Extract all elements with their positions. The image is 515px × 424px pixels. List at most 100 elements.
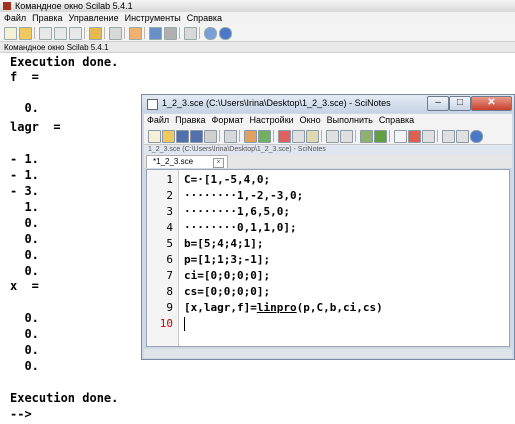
toolbar-separator: [84, 27, 85, 39]
cut-icon[interactable]: [278, 130, 291, 143]
file-tab[interactable]: *1_2_3.sce ×: [146, 155, 228, 168]
code-line: cs=[0;0;0;0];: [184, 285, 271, 298]
line-number: 5: [166, 237, 173, 250]
console-line: 0.: [10, 343, 39, 357]
console-tab[interactable]: Командное окно Scilab 5.4.1: [0, 42, 515, 53]
scinotes-title-bar[interactable]: 1_2_3.sce (C:\Users\Irina\Desktop\1_2_3.…: [142, 95, 514, 113]
menu-edit[interactable]: Правка: [29, 12, 65, 25]
line-number: 7: [166, 269, 173, 282]
goto-line-icon[interactable]: [340, 130, 353, 143]
code-editor[interactable]: 1 2 3 4 5 6 7 8 9 10 C=·[1,-5,4,0; ·····…: [146, 169, 510, 347]
menu-execute[interactable]: Выполнить: [324, 114, 376, 127]
help-icon[interactable]: [470, 130, 483, 143]
menu-format[interactable]: Формат: [209, 114, 247, 127]
code-line: p=[1;1;3;-1];: [184, 253, 271, 266]
save-as-icon[interactable]: [190, 130, 203, 143]
console-window-title: Командное окно Scilab 5.4.1: [15, 1, 133, 11]
console-line: 0.: [10, 264, 39, 278]
text-cursor: [184, 317, 185, 331]
toolbar-separator: [124, 27, 125, 39]
redo-icon[interactable]: [258, 130, 271, 143]
code-text: [x,lagr,f]=: [184, 301, 257, 314]
scilab-icon: [3, 2, 11, 10]
print-icon[interactable]: [224, 130, 237, 143]
preferences-icon[interactable]: [456, 130, 469, 143]
menu-edit[interactable]: Правка: [172, 114, 208, 127]
execute-icon[interactable]: [394, 130, 407, 143]
file-browser-icon[interactable]: [149, 27, 162, 40]
console-line: - 1.: [10, 168, 39, 182]
find-icon[interactable]: [326, 130, 339, 143]
line-number-active: 10: [159, 317, 173, 330]
line-number-gutter: 1 2 3 4 5 6 7 8 9 10: [147, 170, 179, 346]
comment-icon[interactable]: [360, 130, 373, 143]
menu-control[interactable]: Управление: [66, 12, 122, 25]
scinotes-icon[interactable]: [89, 27, 102, 40]
scinotes-tab-strip: *1_2_3.sce ×: [144, 155, 512, 168]
code-line: ········1,-2,-3,0;: [184, 189, 304, 202]
undo-icon[interactable]: [244, 130, 257, 143]
toolbar-separator: [355, 130, 356, 142]
download-icon[interactable]: [374, 130, 387, 143]
print-icon[interactable]: [109, 27, 122, 40]
copy-icon[interactable]: [292, 130, 305, 143]
toolbar-separator: [34, 27, 35, 39]
menu-file[interactable]: Файл: [144, 114, 172, 127]
line-number: 9: [166, 301, 173, 314]
new-file-icon[interactable]: [4, 27, 17, 40]
maximize-button[interactable]: □: [449, 96, 471, 111]
console-line: 0.: [10, 101, 39, 115]
menu-help[interactable]: Справка: [184, 12, 225, 25]
console-line: 0.: [10, 248, 39, 262]
toolbar-separator: [239, 130, 240, 142]
line-number: 8: [166, 285, 173, 298]
execute-file-icon[interactable]: [408, 130, 421, 143]
help-icon[interactable]: [219, 27, 232, 40]
open-folder-icon[interactable]: [162, 130, 175, 143]
toolbar-separator: [437, 130, 438, 142]
execute-selection-icon[interactable]: [422, 130, 435, 143]
console-line: 0.: [10, 216, 39, 230]
code-text: (p,C,b,ci,cs): [296, 301, 383, 314]
menu-help[interactable]: Справка: [376, 114, 417, 127]
line-number: 1: [166, 173, 173, 186]
menu-window[interactable]: Окно: [297, 114, 324, 127]
console-line: f =: [10, 70, 39, 84]
paste-icon[interactable]: [306, 130, 319, 143]
minimize-button[interactable]: –: [427, 96, 449, 111]
tab-close-icon[interactable]: ×: [213, 158, 224, 168]
function-name: linpro: [256, 301, 297, 314]
scinotes-path-bar: 1_2_3.sce (C:\Users\Irina\Desktop\1_2_3.…: [144, 145, 512, 155]
copy-icon[interactable]: [54, 27, 67, 40]
atoms-icon[interactable]: [204, 27, 217, 40]
line-number: 2: [166, 189, 173, 202]
code-line: ········0,1,1,0];: [184, 221, 297, 234]
cut-tools-icon[interactable]: [442, 130, 455, 143]
scinotes-window-title: 1_2_3.sce (C:\Users\Irina\Desktop\1_2_3.…: [162, 98, 391, 108]
code-line: [x,lagr,f]=linpro(p,C,b,ci,cs): [184, 300, 383, 316]
console-line: - 3.: [10, 184, 39, 198]
file-tab-label: *1_2_3.sce: [153, 157, 194, 166]
preferences-icon[interactable]: [184, 27, 197, 40]
menu-tools[interactable]: Инструменты: [122, 12, 184, 25]
console-line: 0.: [10, 311, 39, 325]
toolbar-separator: [321, 130, 322, 142]
close-file-icon[interactable]: [204, 130, 217, 143]
console-line: 1.: [10, 200, 39, 214]
console-title-bar: Командное окно Scilab 5.4.1: [0, 0, 515, 12]
line-number: 6: [166, 253, 173, 266]
menu-file[interactable]: Файл: [0, 12, 29, 25]
close-button[interactable]: ✕: [471, 96, 512, 111]
console-prompt[interactable]: -->: [10, 407, 32, 421]
console-line: lagr =: [10, 120, 61, 134]
new-file-icon[interactable]: [148, 130, 161, 143]
history-icon[interactable]: [164, 27, 177, 40]
menu-preferences[interactable]: Настройки: [247, 114, 297, 127]
toolbar-separator: [389, 130, 390, 142]
toolbar-separator: [179, 27, 180, 39]
save-icon[interactable]: [176, 130, 189, 143]
open-folder-icon[interactable]: [19, 27, 32, 40]
cut-icon[interactable]: [39, 27, 52, 40]
paste-icon[interactable]: [69, 27, 82, 40]
variable-browser-icon[interactable]: [129, 27, 142, 40]
